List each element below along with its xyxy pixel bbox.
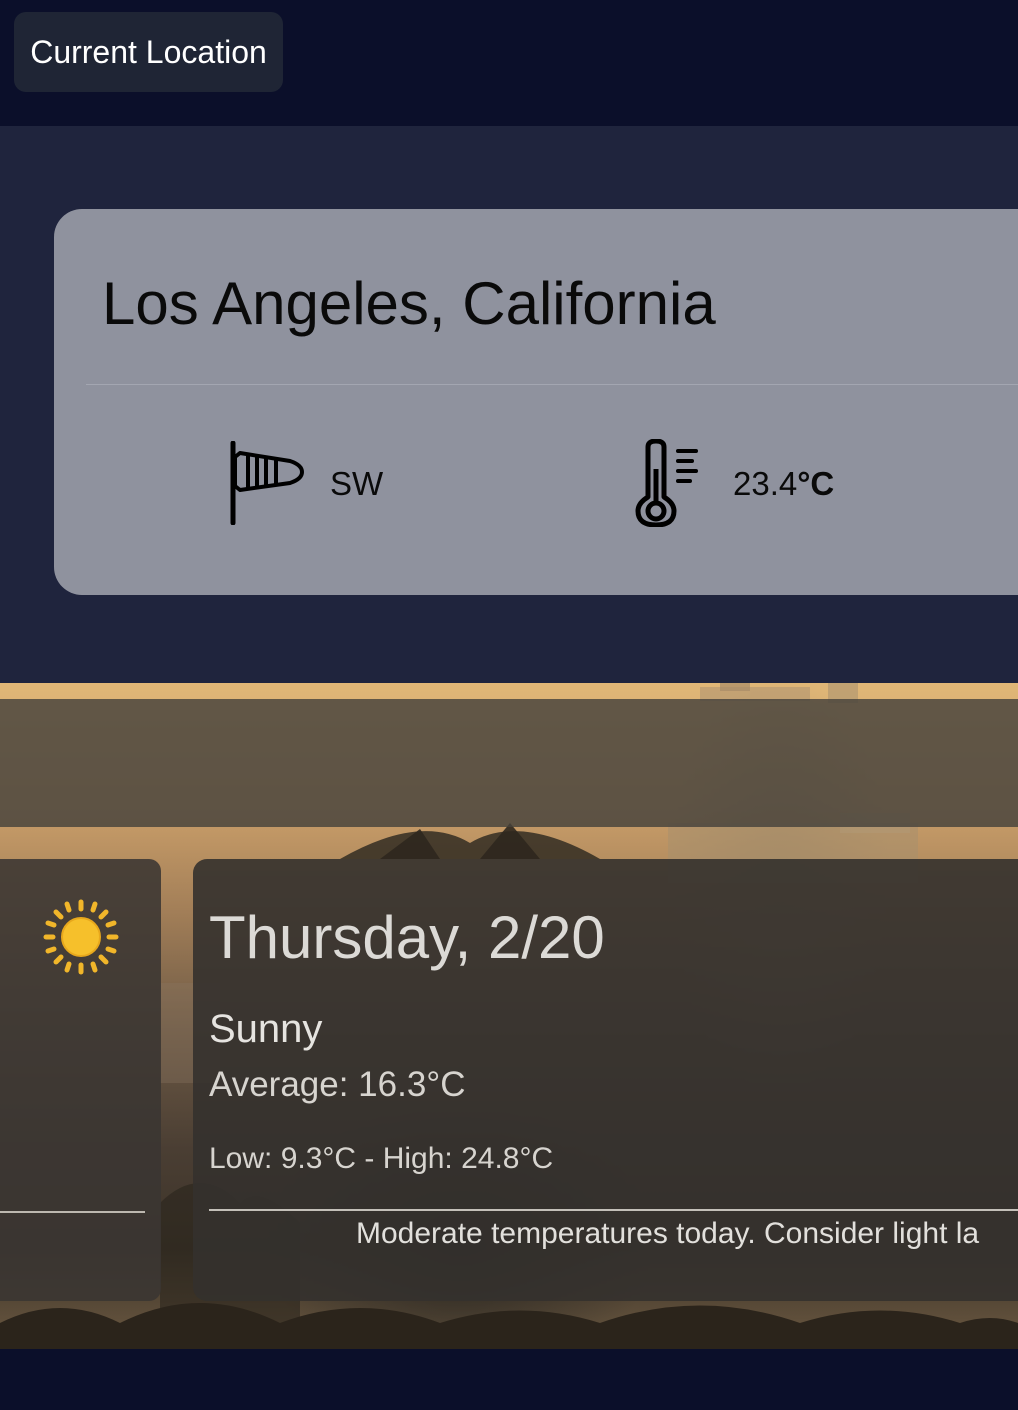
thermometer-icon <box>635 439 698 527</box>
temperature-unit: °C <box>797 465 835 502</box>
sun-icon <box>43 899 119 975</box>
current-conditions-card: Los Angeles, California SW 23.4°C <box>54 209 1018 595</box>
forecast-low-high: Low: 9.3°C - High: 24.8°C <box>209 1142 554 1175</box>
windsock-icon <box>230 441 304 525</box>
forecast-header-band <box>0 699 1018 827</box>
forecast-average: Average: 16.3°C <box>209 1065 466 1104</box>
forecast-day-card[interactable]: Thursday, 2/20 Sunny Average: 16.3°C Low… <box>193 859 1018 1301</box>
temperature-number: 23.4 <box>733 465 798 502</box>
wind-direction-value: SW <box>330 465 384 502</box>
current-conditions-section: Los Angeles, California SW 23.4°C <box>0 126 1018 683</box>
card-divider <box>0 1211 145 1213</box>
forecast-advice: Moderate temperatures today. Consider li… <box>356 1217 980 1250</box>
card-divider <box>209 1209 1018 1211</box>
bottom-bar <box>0 1349 1018 1410</box>
temperature-value: 23.4°C <box>733 465 834 503</box>
forecast-day-title: Thursday, 2/20 <box>209 904 605 971</box>
city-name: Los Angeles, California <box>102 270 716 337</box>
card-divider <box>86 384 1018 385</box>
top-bar: Current Location <box>0 0 1018 126</box>
current-location-button[interactable]: Current Location <box>14 12 283 92</box>
forecast-day-card-previous[interactable] <box>0 859 161 1301</box>
forecast-condition: Sunny <box>209 1007 323 1051</box>
forecast-section: Thursday, 2/20 Sunny Average: 16.3°C Low… <box>0 683 1018 1349</box>
weather-page: Current Location Los Angeles, California… <box>0 0 1018 1410</box>
